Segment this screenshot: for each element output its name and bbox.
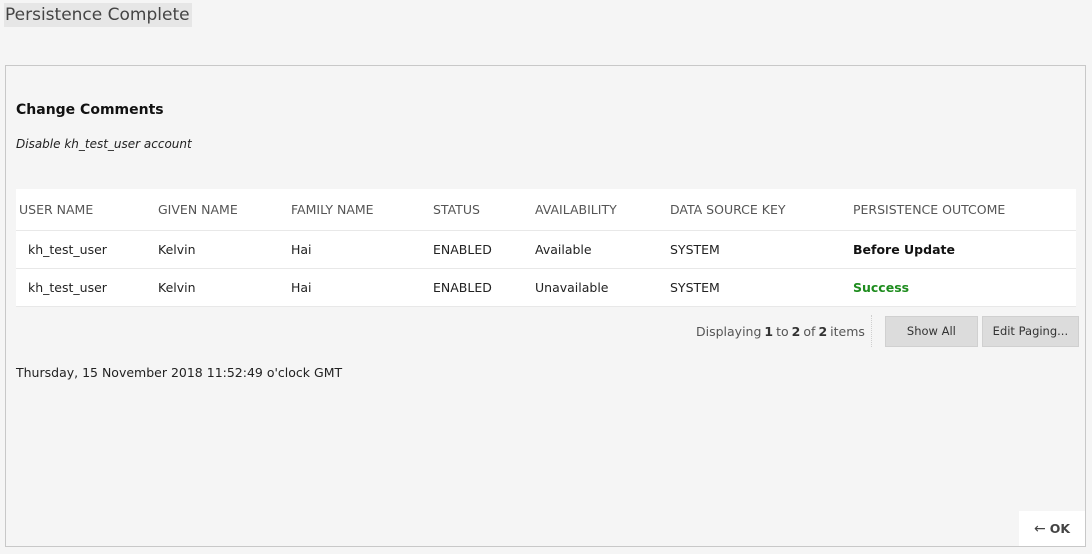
table-row[interactable]: kh_test_user Kelvin Hai ENABLED Availabl…	[16, 231, 1076, 269]
change-comments-heading: Change Comments	[16, 102, 164, 118]
cell-family-name: Hai	[291, 280, 312, 295]
completion-timestamp: Thursday, 15 November 2018 11:52:49 o'cl…	[16, 365, 343, 380]
table-row[interactable]: kh_test_user Kelvin Hai ENABLED Unavaila…	[16, 269, 1076, 307]
cell-availability: Unavailable	[535, 280, 609, 295]
cell-family-name: Hai	[291, 242, 312, 257]
cell-user-name: kh_test_user	[28, 280, 107, 295]
column-header-given-name[interactable]: GIVEN NAME	[158, 189, 238, 230]
pager-to: 2	[791, 323, 801, 339]
pager-suffix: items	[830, 323, 865, 339]
ok-button-label: OK	[1049, 521, 1071, 536]
cell-availability: Available	[535, 242, 592, 257]
cell-given-name: Kelvin	[158, 280, 196, 295]
back-arrow-icon: ←	[1033, 520, 1046, 537]
pager-of-word: of	[803, 323, 816, 339]
pagination-summary: Displaying 1 to 2 of 2 items	[696, 315, 872, 347]
column-header-data-source-key[interactable]: DATA SOURCE KEY	[670, 189, 786, 230]
cell-status: ENABLED	[433, 280, 492, 295]
cell-data-source-key: SYSTEM	[670, 280, 720, 295]
users-table: USER NAME GIVEN NAME FAMILY NAME STATUS …	[16, 189, 1076, 307]
cell-data-source-key: SYSTEM	[670, 242, 720, 257]
cell-user-name: kh_test_user	[28, 242, 107, 257]
page-title: Persistence Complete	[4, 3, 192, 27]
change-comment-text: Disable kh_test_user account	[16, 137, 192, 151]
pager-to-word: to	[776, 323, 789, 339]
edit-paging-button[interactable]: Edit Paging...	[981, 315, 1079, 347]
pagination-bar: Displaying 1 to 2 of 2 items Show All Ed…	[696, 315, 1079, 347]
cell-persistence-outcome: Success	[853, 280, 910, 295]
cell-persistence-outcome: Before Update	[853, 242, 955, 257]
column-header-user-name[interactable]: USER NAME	[19, 189, 93, 230]
cell-given-name: Kelvin	[158, 242, 196, 257]
show-all-button[interactable]: Show All	[884, 315, 978, 347]
column-header-availability[interactable]: AVAILABILITY	[535, 189, 617, 230]
column-header-persistence-outcome[interactable]: PERSISTENCE OUTCOME	[853, 189, 1005, 230]
pager-prefix: Displaying	[696, 323, 762, 339]
cell-status: ENABLED	[433, 242, 492, 257]
pager-from: 1	[764, 323, 774, 339]
column-header-status[interactable]: STATUS	[433, 189, 480, 230]
table-header-row: USER NAME GIVEN NAME FAMILY NAME STATUS …	[16, 189, 1076, 231]
column-header-family-name[interactable]: FAMILY NAME	[291, 189, 374, 230]
pager-total: 2	[818, 323, 828, 339]
persistence-panel: Change Comments Disable kh_test_user acc…	[5, 65, 1086, 547]
ok-button[interactable]: ← OK	[1019, 511, 1085, 546]
